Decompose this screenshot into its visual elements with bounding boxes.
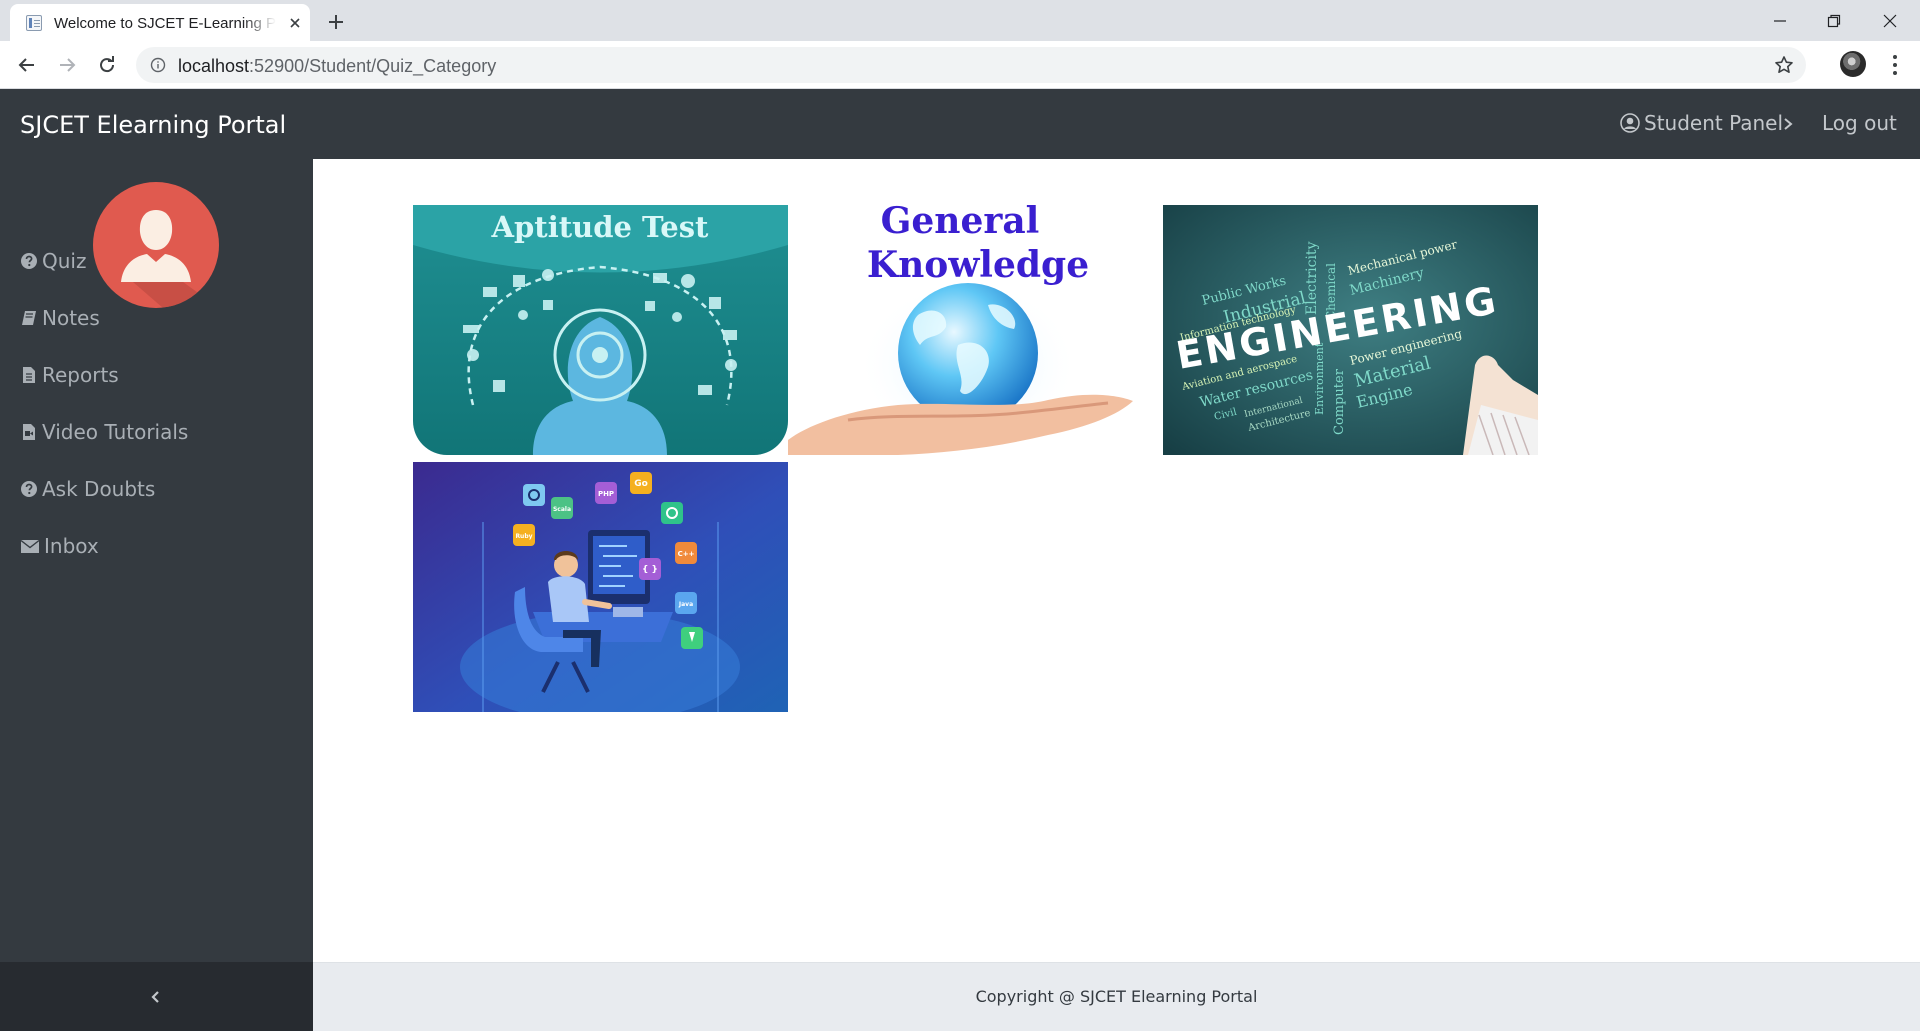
reload-icon[interactable] [93,51,121,79]
student-panel-link[interactable]: Student Panel [1620,111,1783,135]
minimize-window-icon[interactable] [1752,0,1808,41]
collapse-sidebar-chevron-left-icon[interactable] [147,988,165,1006]
url-text: localhost:52900/Student/Quiz_Category [178,56,497,76]
browser-tab-strip: Welcome to SJCET E-Learning Portal [0,0,1920,41]
bookmark-star-icon[interactable] [1774,55,1794,75]
address-bar[interactable]: localhost:52900/Student/Quiz_Category [136,47,1806,83]
browser-tab[interactable]: Welcome to SJCET E-Learning Portal [10,4,310,41]
sidebar-item-ask-doubts[interactable]: Ask Doubts [20,474,155,504]
new-tab-icon[interactable] [324,10,348,34]
general-knowledge-image: General Knowledge [788,205,1163,455]
sidebar-item-video-tutorials[interactable]: Video Tutorials [20,417,188,447]
aptitude-title: Aptitude Test [491,210,710,244]
copyright-text: Copyright @ SJCET Elearning Portal [975,987,1258,1006]
main-content: Aptitude Test General Knowledge Public W… [313,159,1920,962]
chevron-right-icon [1784,118,1793,130]
restore-window-icon[interactable] [1806,0,1862,41]
page-footer: Copyright @ SJCET Elearning Portal [313,962,1920,1031]
question-circle-icon [21,253,37,269]
site-info-icon[interactable] [150,57,166,73]
gk-title-line2: Knowledge [867,244,1089,286]
tab-title: Welcome to SJCET E-Learning Portal [54,15,276,32]
eng-term: Computer [1332,368,1347,435]
programming-image: Scala PHP Go Ruby { } C++ Java [413,462,788,712]
student-panel-label: Student Panel [1644,111,1784,135]
video-file-icon [23,424,35,440]
sidebar-item-label: Video Tutorials [42,420,189,444]
page-favicon-icon [26,15,42,31]
eng-term: Electricity [1304,241,1320,315]
app-header: SJCET Elearning Portal Student Panel Log… [0,89,1920,159]
sidebar-item-notes[interactable]: Notes [20,303,100,333]
badge-label: PHP [598,490,614,498]
back-arrow-icon[interactable] [13,51,41,79]
sidebar-item-reports[interactable]: Reports [20,360,119,390]
browser-toolbar: localhost:52900/Student/Quiz_Category [0,41,1920,89]
forward-arrow-icon[interactable] [53,51,81,79]
user-circle-icon [1620,113,1640,133]
close-tab-icon[interactable] [286,14,304,32]
badge-label: Scala [553,506,571,513]
badge-label: Go [634,479,648,489]
aptitude-test-image: Aptitude Test [413,205,788,455]
browser-menu-icon[interactable] [1883,52,1907,78]
sidebar-item-label: Reports [42,363,119,387]
book-icon [22,311,36,325]
logout-link[interactable]: Log out [1822,111,1897,135]
category-aptitude-test[interactable]: Aptitude Test [413,205,788,455]
close-window-icon[interactable] [1862,0,1918,41]
category-engineering[interactable]: Public Works Industrial Information tech… [1163,205,1538,455]
sidebar-item-quiz[interactable]: Quiz [20,246,86,276]
user-avatar [93,182,219,308]
question-circle-icon [21,481,37,497]
profile-avatar[interactable] [1840,51,1866,77]
category-general-knowledge[interactable]: General Knowledge [788,205,1163,455]
engineering-image: Public Works Industrial Information tech… [1163,205,1538,455]
sidebar-item-label: Notes [42,306,100,330]
badge-label: C++ [678,550,695,558]
sidebar: Quiz Notes Reports Video Tutorials Ask D… [0,159,313,1031]
file-text-icon [23,367,35,383]
envelope-icon [20,539,40,553]
sidebar-item-label: Inbox [44,534,99,558]
category-programming[interactable]: Scala PHP Go Ruby { } C++ Java [413,462,788,712]
badge-label: Ruby [515,533,532,540]
sidebar-item-inbox[interactable]: Inbox [20,531,99,561]
brand-title[interactable]: SJCET Elearning Portal [20,111,286,139]
gk-title-line1: General [881,205,1040,242]
badge-label: { } [642,565,658,575]
sidebar-item-label: Ask Doubts [42,477,156,501]
sidebar-footer [0,962,313,1031]
badge-label: Java [678,601,693,608]
user-silhouette-icon [121,210,219,308]
sidebar-item-label: Quiz [42,249,87,273]
